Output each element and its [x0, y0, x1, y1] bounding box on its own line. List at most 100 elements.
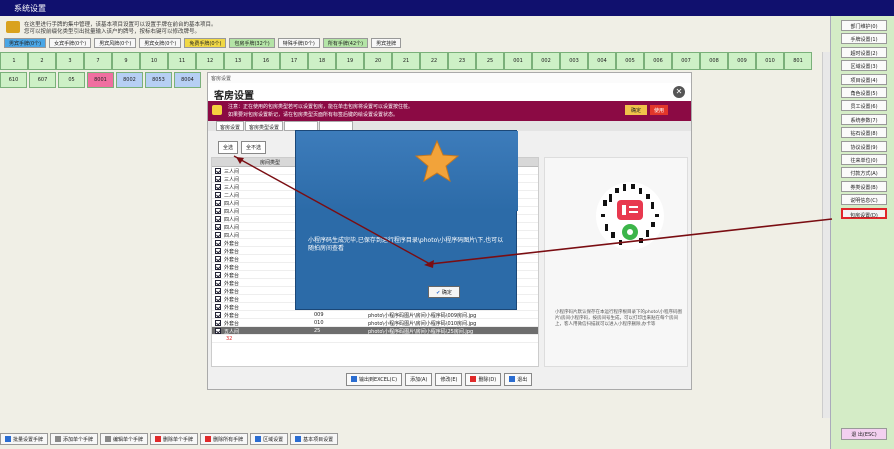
row-checkbox[interactable] [215, 272, 221, 278]
card-cell[interactable]: 008 [700, 52, 728, 70]
row-checkbox[interactable] [215, 304, 221, 310]
row-checkbox[interactable] [215, 168, 221, 174]
card-cell[interactable]: 3 [56, 52, 84, 70]
settings-button[interactable]: 超时设置(2) [841, 46, 887, 58]
row-checkbox[interactable] [215, 184, 221, 190]
dialog-action-button[interactable]: 添加(A) [405, 373, 433, 386]
table-row[interactable]: 五人间 25 photo\小程序码图片\房间小程序码\25房间.jpg [212, 327, 538, 335]
card-cell[interactable]: 12 [196, 52, 224, 70]
card-cell[interactable]: 21 [392, 52, 420, 70]
row-checkbox[interactable] [215, 192, 221, 198]
card-cell[interactable]: 005 [616, 52, 644, 70]
card-cell[interactable]: 8053 [145, 72, 172, 88]
card-cell[interactable]: 23 [448, 52, 476, 70]
card-type-tab[interactable]: 包房手牌(32个) [229, 38, 275, 48]
card-cell[interactable]: 19 [336, 52, 364, 70]
row-checkbox[interactable] [215, 256, 221, 262]
dialog-tab[interactable]: 客房类型设置 [245, 121, 284, 131]
card-cell[interactable]: 10 [140, 52, 168, 70]
table-row[interactable]: 外套台 009 photo\小程序码图片\房间小程序码\009房间.jpg [212, 311, 538, 319]
row-checkbox[interactable] [215, 208, 221, 214]
card-type-tab[interactable]: 所有手牌(42个) [322, 38, 369, 48]
settings-button[interactable]: 项目设置(4) [841, 73, 887, 85]
dialog-action-button[interactable]: 修改(E) [435, 373, 463, 386]
toolbar-button[interactable]: 删除所有手牌 [200, 433, 249, 445]
card-cell[interactable]: 8001 [87, 72, 114, 88]
row-checkbox[interactable] [215, 328, 221, 334]
card-cell[interactable]: 8002 [116, 72, 143, 88]
card-cell[interactable]: 610 [0, 72, 27, 88]
settings-button[interactable]: 手牌设置(1) [841, 33, 887, 45]
toolbar-button[interactable]: 批量设置手牌 [0, 433, 49, 445]
row-checkbox[interactable] [215, 232, 221, 238]
row-checkbox[interactable] [215, 216, 221, 222]
select-none-button[interactable]: 全不选 [241, 141, 267, 154]
select-all-button[interactable]: 全选 [218, 141, 239, 154]
card-cell[interactable]: 9 [112, 52, 140, 70]
card-cell[interactable]: 13 [224, 52, 252, 70]
dialog-action-button[interactable]: 退出 [504, 373, 533, 386]
row-checkbox[interactable] [215, 248, 221, 254]
row-checkbox[interactable] [215, 296, 221, 302]
confirm-button[interactable]: 确定 [625, 105, 647, 115]
toolbar-button[interactable]: 基本项目设置 [290, 433, 339, 445]
dialog-action-button[interactable]: 输出到EXCEL(C) [346, 373, 403, 386]
card-cell[interactable]: 1 [0, 52, 28, 70]
row-checkbox[interactable] [215, 200, 221, 206]
card-type-tab[interactable]: 特殊手牌(0个) [277, 38, 320, 48]
settings-button[interactable]: 往来单位(0) [841, 154, 887, 165]
card-cell[interactable]: 002 [532, 52, 560, 70]
settings-button[interactable]: 付款方式(A) [841, 167, 887, 179]
card-cell[interactable]: 001 [504, 52, 532, 70]
settings-button[interactable]: 包房设置(D) [841, 207, 887, 219]
card-type-tab[interactable]: 男宾女牌(0个) [139, 38, 182, 48]
card-type-tab[interactable]: 男宾风牌(0个) [94, 38, 137, 48]
card-cell[interactable]: 22 [420, 52, 448, 70]
card-cell[interactable]: 607 [29, 72, 56, 88]
card-cell[interactable]: 20 [364, 52, 392, 70]
row-checkbox[interactable] [215, 288, 221, 294]
row-checkbox[interactable] [215, 224, 221, 230]
card-cell[interactable]: 004 [588, 52, 616, 70]
toolbar-button[interactable]: 删除单个手牌 [150, 433, 199, 445]
row-checkbox[interactable] [215, 240, 221, 246]
card-cell[interactable]: 25 [476, 52, 504, 70]
card-cell[interactable]: 17 [280, 52, 308, 70]
card-cell[interactable]: 006 [644, 52, 672, 70]
card-cell[interactable]: 8004 [174, 72, 201, 88]
popup-ok-button[interactable]: ✔ 确定 [428, 286, 460, 298]
row-checkbox[interactable] [215, 280, 221, 286]
card-type-tab[interactable]: 男宾手牌(0个) [4, 38, 47, 48]
settings-button[interactable]: 员工设置(6) [841, 100, 887, 112]
card-cell[interactable]: 05 [58, 72, 85, 88]
card-type-tab[interactable]: 免费手牌(0个) [184, 38, 227, 48]
card-cell[interactable]: 16 [252, 52, 280, 70]
settings-button[interactable]: 部门维护(0) [841, 20, 887, 31]
close-icon[interactable]: ✕ [673, 86, 685, 98]
card-type-tab[interactable]: 女宾手牌(0个) [49, 38, 92, 48]
row-checkbox[interactable] [215, 176, 221, 182]
card-cell[interactable]: 009 [728, 52, 756, 70]
toolbar-button[interactable]: 区域设置 [250, 433, 289, 445]
row-checkbox[interactable] [215, 264, 221, 270]
settings-button[interactable]: 系统参数(7) [841, 113, 887, 125]
settings-button[interactable]: 说明信息(C) [841, 194, 887, 206]
grid-scrollbar[interactable] [822, 52, 830, 418]
settings-button[interactable]: 钻石设置(8) [841, 127, 887, 139]
card-cell[interactable]: 7 [84, 52, 112, 70]
card-cell[interactable]: 11 [168, 52, 196, 70]
settings-button[interactable]: 角色设置(5) [841, 87, 887, 98]
use-button[interactable]: 使用 [650, 105, 668, 115]
card-cell[interactable]: 010 [756, 52, 784, 70]
row-checkbox[interactable] [215, 312, 221, 318]
table-row[interactable]: 外套台 010 photo\小程序码图片\房间小程序码\010房间.jpg [212, 319, 538, 327]
card-cell[interactable]: 2 [28, 52, 56, 70]
card-cell[interactable]: 007 [672, 52, 700, 70]
settings-button[interactable]: 区域设置(3) [841, 60, 887, 72]
dialog-action-button[interactable]: 删除(D) [465, 373, 502, 386]
dialog-tab[interactable]: 客房设置 [216, 121, 245, 131]
card-cell[interactable]: 18 [308, 52, 336, 70]
settings-button[interactable]: 协议设置(9) [841, 140, 887, 152]
toolbar-button[interactable]: 添加单个手牌 [50, 433, 99, 445]
exit-button[interactable]: 退 出(ESC) [841, 428, 887, 440]
